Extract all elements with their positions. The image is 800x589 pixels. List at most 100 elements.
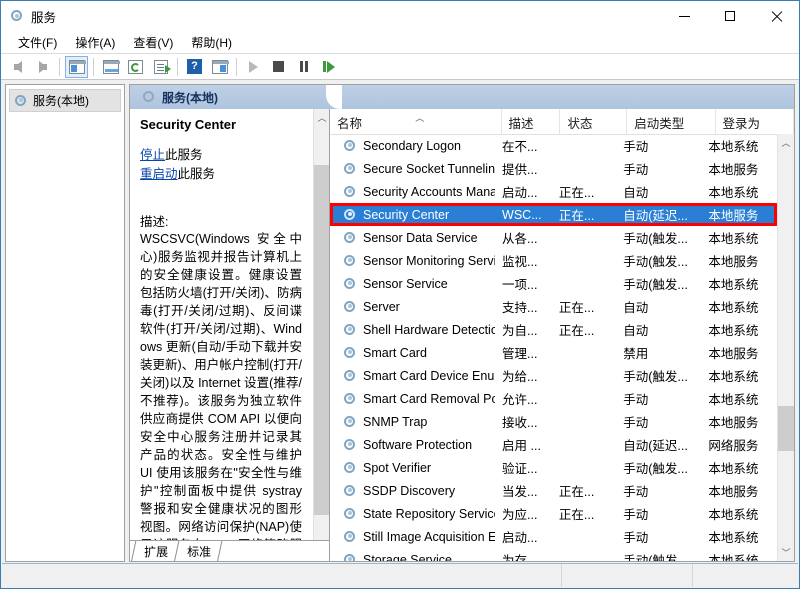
detail-view-tabs: 扩展 标准 bbox=[130, 540, 330, 561]
back-button[interactable] bbox=[6, 56, 29, 78]
cell-logon: 本地系统 bbox=[701, 389, 777, 408]
table-row[interactable]: Server支持...正在...自动本地系统 bbox=[330, 295, 777, 318]
table-row[interactable]: Smart Card Removal Poli...允许...手动本地系统 bbox=[330, 387, 777, 410]
service-gear-icon bbox=[343, 530, 357, 544]
column-status-label: 状态 bbox=[567, 117, 592, 131]
service-row[interactable]: SNMP Trap接收...手动本地服务 bbox=[330, 410, 777, 433]
service-name-text: Sensor Data Service bbox=[363, 231, 478, 245]
forward-button[interactable] bbox=[31, 56, 54, 78]
pane-tab-services-local[interactable]: 服务(本地) bbox=[136, 89, 218, 106]
service-row[interactable]: SSDP Discovery当发...正在...手动本地服务 bbox=[330, 479, 777, 502]
detail-scrollbar-thumb[interactable] bbox=[314, 165, 330, 515]
stop-service-button[interactable] bbox=[267, 56, 290, 78]
list-scroll-down-icon[interactable]: ﹀ bbox=[778, 544, 794, 561]
service-row[interactable]: Smart Card管理...禁用本地服务 bbox=[330, 341, 777, 364]
services-gear-icon bbox=[142, 90, 156, 104]
show-hide-action-pane-button[interactable] bbox=[208, 56, 231, 78]
start-service-button[interactable] bbox=[242, 56, 265, 78]
detail-scroll-up-icon[interactable]: ︿ bbox=[314, 109, 330, 126]
service-row[interactable]: Spot Verifier验证...手动(触发...本地系统 bbox=[330, 456, 777, 479]
service-name-text: Security Center bbox=[363, 208, 449, 222]
cell-description: 为应... bbox=[495, 504, 552, 523]
service-row[interactable]: Security Accounts Manag...启动...正在...自动本地… bbox=[330, 180, 777, 203]
close-button[interactable] bbox=[753, 1, 799, 31]
cell-logon: 本地系统 bbox=[701, 527, 777, 546]
export-list-button[interactable] bbox=[149, 56, 172, 78]
tab-standard[interactable]: 标准 bbox=[174, 541, 223, 561]
maximize-button[interactable] bbox=[707, 1, 753, 31]
cell-description: 监视... bbox=[495, 251, 552, 270]
column-startup-type[interactable]: 启动类型 bbox=[627, 109, 715, 134]
table-row[interactable]: Sensor Monitoring Service监视...手动(触发...本地… bbox=[330, 249, 777, 272]
properties-button[interactable] bbox=[99, 56, 122, 78]
refresh-button[interactable] bbox=[124, 56, 147, 78]
table-row[interactable]: SSDP Discovery当发...正在...手动本地服务 bbox=[330, 479, 777, 502]
list-scrollbar[interactable]: ︿ ﹀ bbox=[777, 134, 794, 561]
cell-logon: 本地系统 bbox=[701, 458, 777, 477]
table-row[interactable]: Storage Service为存...手动(触发...本地系统 bbox=[330, 548, 777, 561]
minimize-button[interactable] bbox=[661, 1, 707, 31]
service-row[interactable]: Security CenterWSC...正在...自动(延迟...本地服务 bbox=[330, 203, 777, 226]
pause-service-button[interactable] bbox=[292, 56, 315, 78]
service-row[interactable]: Software Protection启用 ...自动(延迟...网络服务 bbox=[330, 433, 777, 456]
table-row[interactable]: Still Image Acquisition Ev...启动...手动本地系统 bbox=[330, 525, 777, 548]
restart-service-link[interactable]: 重启动此服务 bbox=[140, 165, 302, 183]
minimize-icon bbox=[679, 16, 690, 17]
cell-logon: 本地服务 bbox=[701, 205, 777, 224]
show-hide-console-tree-button[interactable] bbox=[65, 56, 88, 78]
list-scrollbar-thumb[interactable] bbox=[778, 406, 794, 451]
service-row[interactable]: Shell Hardware Detection为自...正在...自动本地系统 bbox=[330, 318, 777, 341]
menu-help[interactable]: 帮助(H) bbox=[182, 32, 241, 53]
menu-file[interactable]: 文件(F) bbox=[9, 32, 66, 53]
column-status[interactable]: 状态 bbox=[560, 109, 627, 134]
service-row[interactable]: Storage Service为存...手动(触发...本地系统 bbox=[330, 548, 777, 561]
service-row[interactable]: Still Image Acquisition Ev...启动...手动本地系统 bbox=[330, 525, 777, 548]
service-row[interactable]: Secure Socket Tunneling ...提供...手动本地服务 bbox=[330, 157, 777, 180]
service-row[interactable]: Sensor Service一项...手动(触发...本地系统 bbox=[330, 272, 777, 295]
tab-extended[interactable]: 扩展 bbox=[131, 541, 179, 561]
cell-description: 管理... bbox=[495, 343, 552, 362]
cell-description: 一项... bbox=[495, 274, 552, 293]
show-hide-action-pane-icon bbox=[212, 60, 228, 74]
table-row[interactable]: Sensor Service一项...手动(触发...本地系统 bbox=[330, 272, 777, 295]
column-log-on-as[interactable]: 登录为 bbox=[716, 109, 795, 134]
table-row[interactable]: Spot Verifier验证...手动(触发...本地系统 bbox=[330, 456, 777, 479]
table-row[interactable]: Software Protection启用 ...自动(延迟...网络服务 bbox=[330, 433, 777, 456]
table-row[interactable]: Smart Card管理...禁用本地服务 bbox=[330, 341, 777, 364]
maximize-icon bbox=[725, 11, 735, 21]
table-row[interactable]: Shell Hardware Detection为自...正在...自动本地系统 bbox=[330, 318, 777, 341]
cell-startup: 手动 bbox=[616, 412, 701, 431]
table-row[interactable]: Secondary Logon在不...手动本地系统 bbox=[330, 134, 777, 157]
column-description[interactable]: 描述 bbox=[502, 109, 561, 134]
service-row[interactable]: Smart Card Device Enum...为给...手动(触发...本地… bbox=[330, 364, 777, 387]
detail-scrollbar[interactable]: ︿ ﹀ bbox=[313, 109, 329, 561]
service-row[interactable]: Server支持...正在...自动本地系统 bbox=[330, 295, 777, 318]
table-row[interactable]: Security CenterWSC...正在...自动(延迟...本地服务 bbox=[330, 203, 777, 226]
table-row[interactable]: Sensor Data Service从各...手动(触发...本地系统 bbox=[330, 226, 777, 249]
table-row[interactable]: State Repository Service为应...正在...手动本地系统 bbox=[330, 502, 777, 525]
stop-service-link[interactable]: 停止此服务 bbox=[140, 146, 302, 164]
column-name[interactable]: 名称︿ bbox=[330, 109, 502, 134]
help-button[interactable]: ? bbox=[183, 56, 206, 78]
menu-view[interactable]: 查看(V) bbox=[124, 32, 182, 53]
service-gear-icon bbox=[343, 139, 357, 153]
service-row[interactable]: State Repository Service为应...正在...手动本地系统 bbox=[330, 502, 777, 525]
tree-node-services-local[interactable]: 服务(本地) bbox=[9, 89, 121, 112]
table-row[interactable]: SNMP Trap接收...手动本地服务 bbox=[330, 410, 777, 433]
service-row[interactable]: Sensor Monitoring Service监视...手动(触发...本地… bbox=[330, 249, 777, 272]
cell-name: Secure Socket Tunneling ... bbox=[330, 162, 495, 176]
column-startup-type-label: 启动类型 bbox=[634, 117, 684, 131]
table-row[interactable]: Security Accounts Manag...启动...正在...自动本地… bbox=[330, 180, 777, 203]
table-row[interactable]: Secure Socket Tunneling ...提供...手动本地服务 bbox=[330, 157, 777, 180]
cell-description: 在不... bbox=[495, 136, 552, 155]
cell-name: Smart Card bbox=[330, 346, 495, 360]
list-scroll-up-icon[interactable]: ︿ bbox=[778, 134, 794, 151]
service-row[interactable]: Secondary Logon在不...手动本地系统 bbox=[330, 134, 777, 157]
menu-action[interactable]: 操作(A) bbox=[66, 32, 124, 53]
service-gear-icon bbox=[343, 415, 357, 429]
table-row[interactable]: Smart Card Device Enum...为给...手动(触发...本地… bbox=[330, 364, 777, 387]
cell-name: Spot Verifier bbox=[330, 461, 495, 475]
service-row[interactable]: Sensor Data Service从各...手动(触发...本地系统 bbox=[330, 226, 777, 249]
restart-service-button[interactable] bbox=[317, 56, 340, 78]
service-row[interactable]: Smart Card Removal Poli...允许...手动本地系统 bbox=[330, 387, 777, 410]
